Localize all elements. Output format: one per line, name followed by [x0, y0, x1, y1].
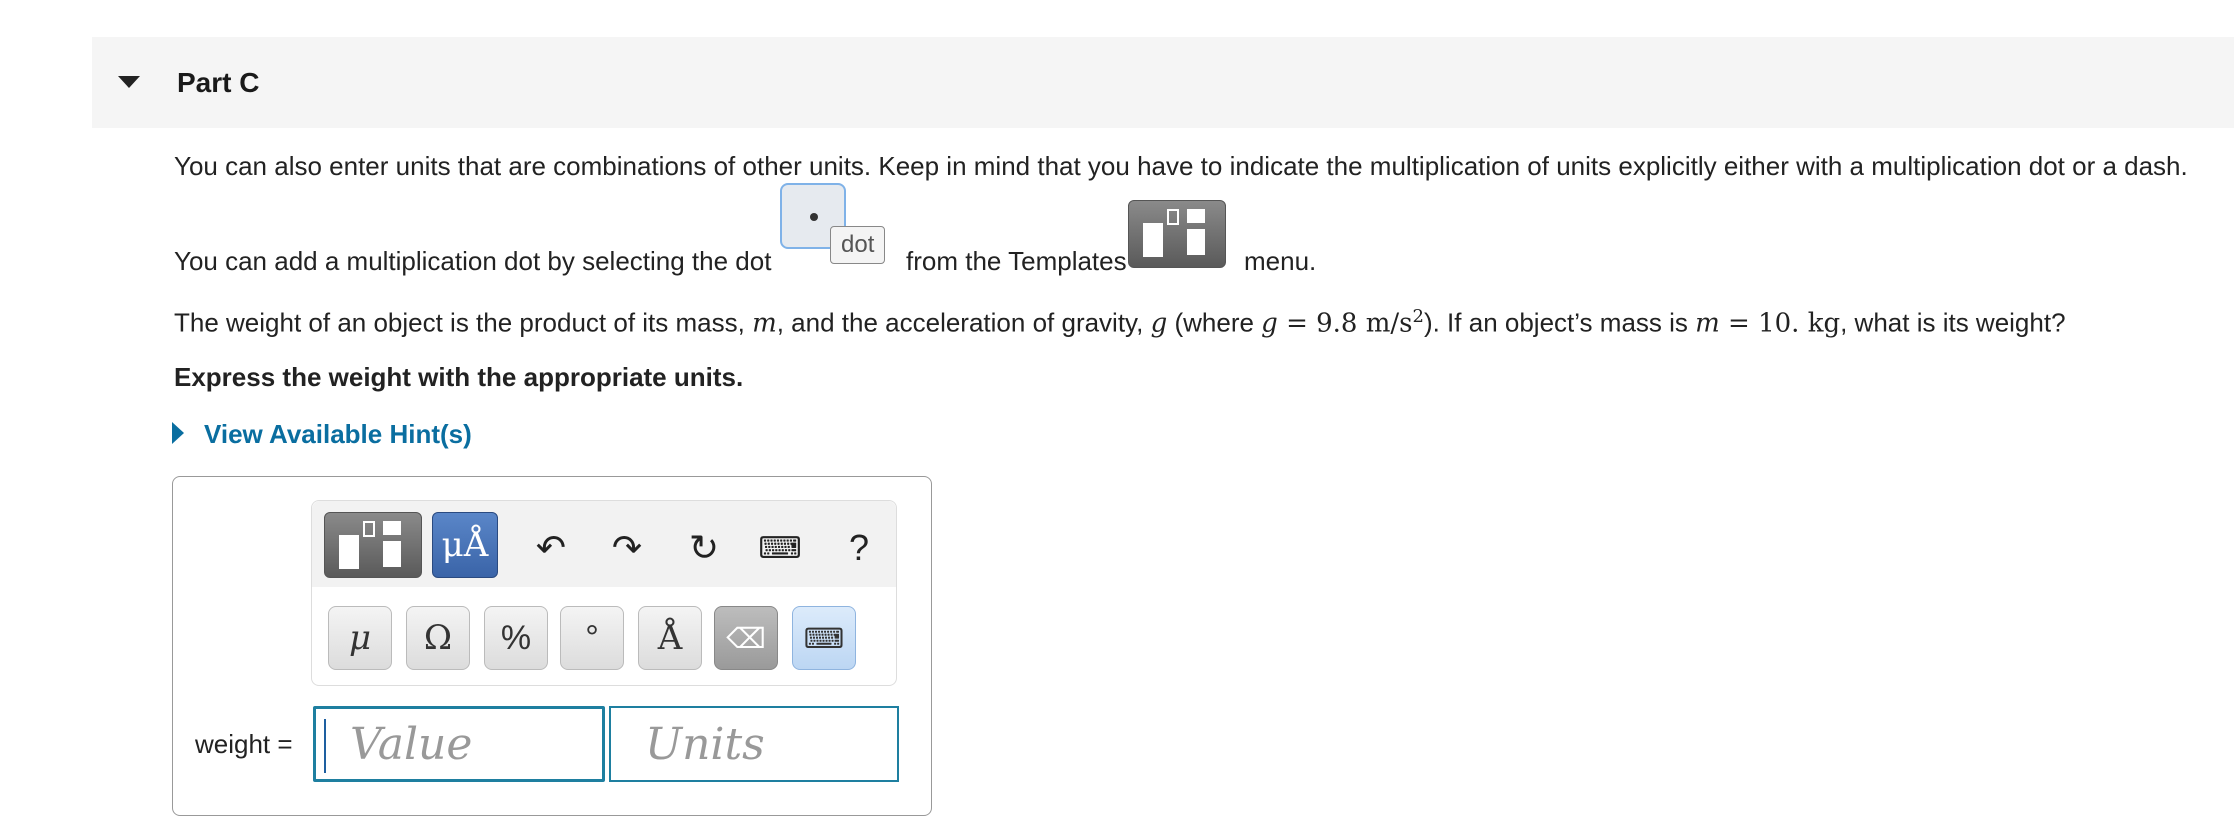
- degree-button[interactable]: °: [560, 606, 624, 670]
- undo-icon[interactable]: ↶: [527, 524, 575, 572]
- omega-button[interactable]: Ω: [406, 606, 470, 670]
- view-hints-link[interactable]: View Available Hint(s): [204, 419, 472, 450]
- angstrom-button[interactable]: Å: [638, 606, 702, 670]
- backspace-icon[interactable]: ⌫: [714, 606, 778, 670]
- intro-text-2b: from the Templates: [906, 246, 1127, 276]
- help-button[interactable]: ?: [835, 524, 883, 572]
- hint-caret-icon[interactable]: [172, 422, 184, 444]
- weight-label: weight =: [195, 729, 293, 759]
- value-input[interactable]: Value: [313, 706, 605, 782]
- collapse-caret-icon[interactable]: [118, 76, 140, 88]
- dot-tooltip: dot: [830, 226, 886, 264]
- redo-icon[interactable]: ↷: [603, 524, 651, 572]
- templates-menu-example-icon: [1128, 200, 1226, 268]
- value-placeholder: Value: [350, 718, 473, 770]
- text-cursor: [324, 719, 326, 773]
- mu-button[interactable]: μ: [328, 606, 392, 670]
- reset-icon[interactable]: ↻: [680, 524, 728, 572]
- intro-text-1: You can also enter units that are combin…: [174, 151, 2188, 181]
- keyboard-icon[interactable]: ⌨: [756, 524, 804, 572]
- part-title: Part C: [177, 67, 260, 98]
- units-input[interactable]: Units: [609, 706, 899, 782]
- units-button[interactable]: μÅ: [432, 512, 498, 578]
- units-placeholder: Units: [645, 718, 765, 770]
- templates-button[interactable]: [324, 512, 422, 578]
- question-text: The weight of an object is the product o…: [174, 306, 2066, 339]
- keyboard-toggle-icon[interactable]: ⌨: [792, 606, 856, 670]
- instruction-text: Express the weight with the appropriate …: [174, 362, 744, 392]
- intro-text-2a: You can add a multiplication dot by sele…: [174, 246, 772, 276]
- percent-button[interactable]: %: [484, 606, 548, 670]
- intro-text-2c: menu.: [1244, 246, 1317, 276]
- part-header[interactable]: [92, 37, 2234, 128]
